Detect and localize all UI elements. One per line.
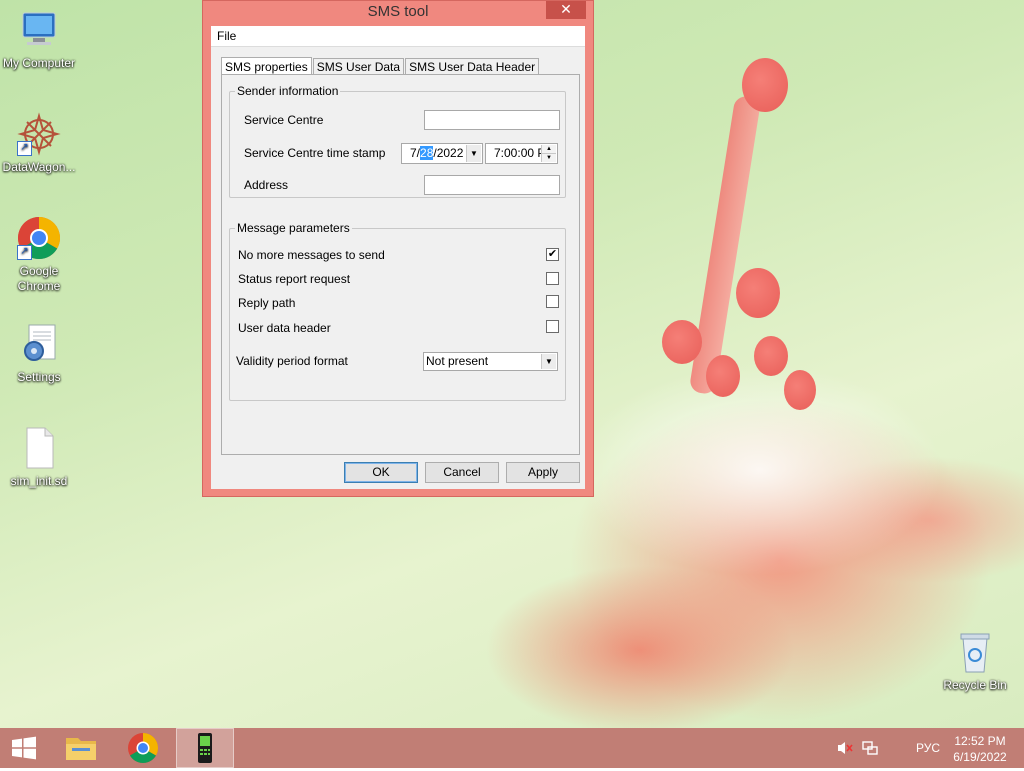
desktop-icon-label: sim_init.sd [10, 474, 68, 488]
desktop-icon-recycle-bin[interactable]: Recycle Bin [936, 630, 1014, 693]
window-titlebar[interactable]: SMS tool ✕ [203, 1, 593, 25]
service-centre-label: Service Centre [244, 113, 324, 127]
taskbar-chrome[interactable] [118, 728, 168, 768]
settings-icon [17, 322, 61, 366]
user-data-header-label: User data header [238, 321, 331, 335]
reply-path-checkbox[interactable] [546, 295, 559, 308]
desktop-icon-sim-init[interactable]: sim_init.sd [0, 426, 78, 489]
wallpaper-flower-bud [736, 268, 780, 318]
apply-button[interactable]: Apply [506, 462, 580, 483]
mobile-phone-icon [198, 733, 212, 763]
desktop-icon-datawagon[interactable]: ↗ DataWagon... [0, 112, 78, 175]
windows-logo-icon [12, 736, 36, 760]
spin-down-icon[interactable]: ▼ [542, 154, 556, 162]
date-month: 7/ [410, 146, 421, 160]
computer-icon [17, 8, 61, 52]
tab-strip: SMS properties SMS User Data SMS User Data… [221, 56, 540, 77]
folder-icon [66, 738, 96, 760]
chevron-down-icon[interactable]: ▼ [466, 145, 481, 162]
wallpaper-flower-bud [784, 370, 816, 410]
timestamp-label: Service Centre time stamp [244, 146, 386, 160]
chrome-icon [128, 733, 159, 764]
status-report-checkbox[interactable] [546, 272, 559, 285]
sms-tool-window: SMS tool ✕ File SMS properties SMS User D… [202, 0, 594, 497]
clock-date: 6/19/2022 [953, 750, 1007, 764]
time-value: 7:00:00 P [494, 146, 546, 160]
taskbar: РУС 12:52 PM 6/19/2022 [0, 728, 1024, 768]
user-data-header-checkbox[interactable] [546, 320, 559, 333]
no-more-messages-checkbox[interactable]: ✔ [546, 248, 559, 261]
validity-period-value: Not present [426, 354, 489, 368]
message-parameters-legend: Message parameters [237, 221, 350, 235]
menu-bar: File [211, 26, 585, 47]
timestamp-date-picker[interactable]: 7/28/2022 ▼ [401, 143, 483, 164]
file-icon [17, 426, 61, 470]
desktop-icon-label: My Computer [2, 56, 76, 70]
no-more-messages-label: No more messages to send [238, 248, 385, 262]
chevron-down-icon[interactable]: ▼ [541, 354, 556, 369]
validity-period-select[interactable]: Not present ▼ [423, 352, 558, 371]
date-day-selected[interactable]: 28 [420, 146, 434, 160]
window-title: SMS tool [367, 3, 429, 20]
close-icon: ✕ [560, 1, 572, 17]
close-button[interactable]: ✕ [546, 1, 586, 19]
address-label: Address [244, 178, 289, 192]
address-input[interactable] [424, 175, 560, 195]
reply-path-label: Reply path [238, 296, 296, 310]
status-report-label: Status report request [238, 272, 351, 286]
cancel-button[interactable]: Cancel [425, 462, 499, 483]
desktop-icon-label: Recycle Bin [943, 678, 1007, 692]
start-button[interactable] [4, 728, 44, 768]
sender-information-legend: Sender information [237, 84, 339, 98]
desktop-icon-settings[interactable]: Settings [0, 322, 78, 385]
input-language-indicator[interactable]: РУС [916, 741, 940, 755]
network-icon[interactable] [861, 740, 879, 759]
volume-muted-icon[interactable] [836, 740, 854, 759]
datawagon-icon: ↗ [17, 112, 61, 156]
menu-file[interactable]: File [211, 26, 242, 46]
taskbar-sms-tool[interactable] [176, 728, 234, 768]
taskbar-file-explorer[interactable] [56, 728, 106, 768]
timestamp-time-picker[interactable]: 7:00:00 P ▲ ▼ [485, 143, 558, 164]
time-spin-buttons[interactable]: ▲ ▼ [541, 145, 556, 162]
date-year: /2022 [433, 146, 464, 160]
desktop-icon-label: DataWagon... [2, 160, 76, 174]
wallpaper-flower-bud [754, 336, 788, 376]
shortcut-arrow-icon: ↗ [17, 141, 32, 156]
wallpaper-flower-bud [706, 355, 740, 397]
spin-up-icon[interactable]: ▲ [542, 145, 556, 154]
wallpaper-flower-bud [742, 58, 788, 112]
checkmark-icon: ✔ [547, 248, 558, 260]
service-centre-input[interactable] [424, 110, 560, 130]
system-clock[interactable]: 12:52 PM 6/19/2022 [940, 733, 1020, 765]
desktop-icon-my-computer[interactable]: My Computer [0, 8, 78, 71]
desktop-icon-label: Settings [17, 370, 61, 384]
recycle-bin-icon [953, 630, 997, 674]
clock-time: 12:52 PM [954, 734, 1006, 748]
window-client-area: File SMS properties SMS User Data SMS User… [211, 26, 585, 489]
ok-button[interactable]: OK [344, 462, 418, 483]
tab-panel-sms-properties: Sender information Service Centre Servic… [221, 74, 580, 455]
desktop-icon-google-chrome[interactable]: ↗ Google Chrome [0, 216, 78, 294]
wallpaper-flower-bud [662, 320, 702, 364]
chrome-icon: ↗ [17, 216, 61, 260]
shortcut-arrow-icon: ↗ [17, 245, 32, 260]
validity-period-label: Validity period format [236, 354, 348, 368]
desktop-icon-label: Google Chrome [17, 264, 61, 293]
